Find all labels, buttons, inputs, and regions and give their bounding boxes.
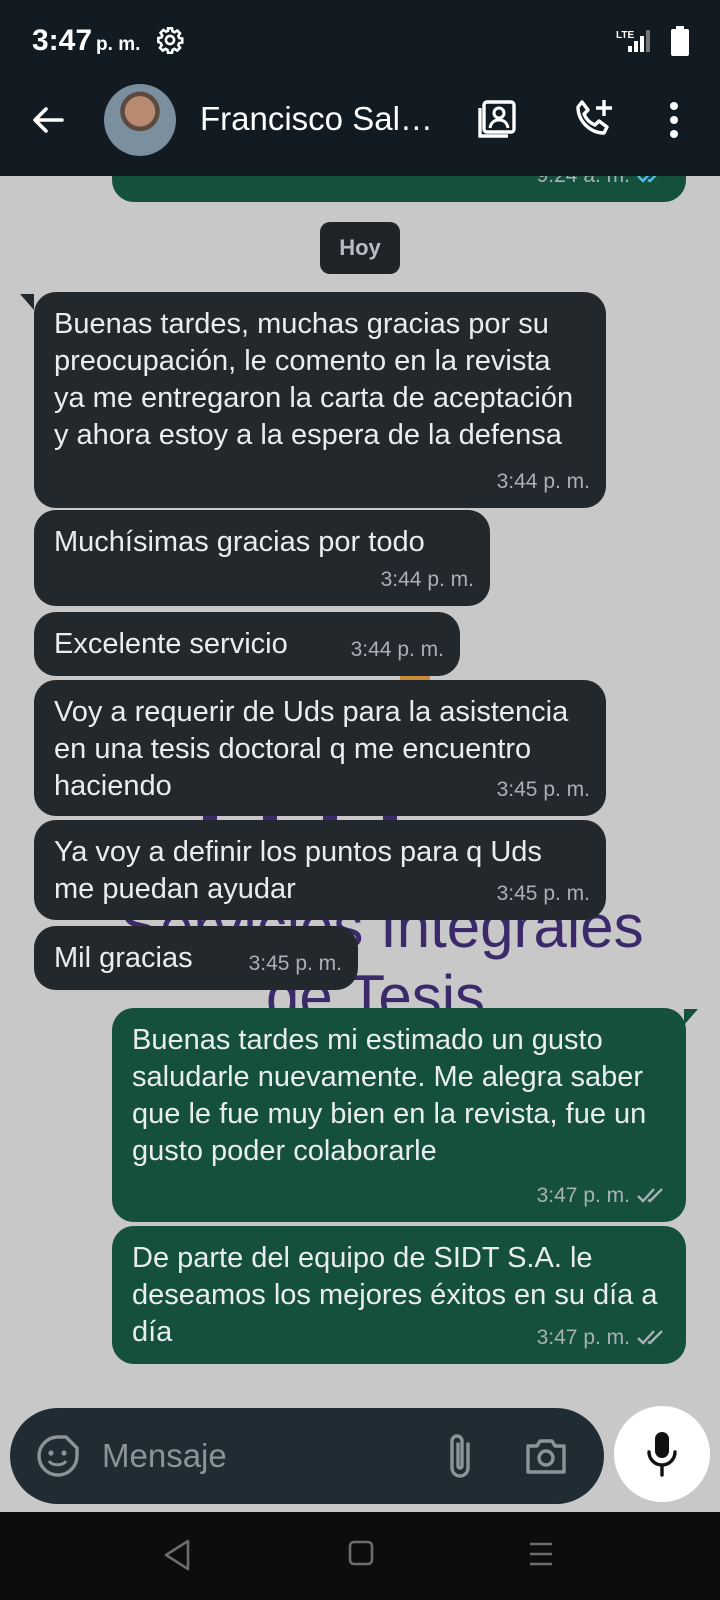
message-time: 3:47 p. m. xyxy=(537,1319,670,1356)
message-time: 3:47 p. m. xyxy=(537,1177,670,1214)
message-time: 3:44 p. m. xyxy=(350,638,444,661)
message-time: 3:45 p. m. xyxy=(496,882,590,905)
svg-text:LTE: LTE xyxy=(616,30,634,41)
message-bubble-incoming[interactable]: Buenas tardes, muchas gracias por su pre… xyxy=(34,292,606,508)
message-bubble-previous[interactable]: 9:24 a. m. xyxy=(112,176,686,202)
message-bubble-incoming[interactable]: Mil gracias 3:45 p. m. xyxy=(34,926,358,990)
nav-home-icon[interactable] xyxy=(348,1540,374,1566)
message-time: 3:45 p. m. xyxy=(496,778,590,801)
message-time: 3:45 p. m. xyxy=(248,952,342,975)
message-time: 3:44 p. m. xyxy=(380,568,474,591)
message-bubble-incoming[interactable]: Excelente servicio 3:44 p. m. xyxy=(34,612,460,676)
nav-recents-icon[interactable] xyxy=(528,1540,554,1568)
status-time: 3:47 p. m. xyxy=(32,24,141,57)
message-time: 3:44 p. m. xyxy=(496,470,590,493)
message-bubble-outgoing[interactable]: Buenas tardes mi estimado un gusto salud… xyxy=(112,1008,686,1222)
message-text: Muchísimas gracias por todo xyxy=(54,526,425,558)
message-composer xyxy=(10,1408,604,1504)
back-arrow-icon[interactable] xyxy=(28,100,68,140)
battery-icon xyxy=(671,26,689,56)
signal-icon: LTE xyxy=(616,30,650,52)
message-text: Buenas tardes, muchas gracias por su pre… xyxy=(54,308,574,451)
avatar[interactable] xyxy=(104,84,176,156)
chat-area[interactable]: Servicios Integrales de Tesis 9:24 a. m.… xyxy=(0,176,720,1406)
message-bubble-incoming[interactable]: Ya voy a definir los puntos para q Uds m… xyxy=(34,820,606,920)
camera-icon[interactable] xyxy=(524,1434,568,1478)
delivered-ticks-icon xyxy=(637,1188,663,1203)
sticker-emoji-icon[interactable] xyxy=(36,1434,80,1478)
delivered-ticks-icon xyxy=(637,1330,663,1345)
contact-name[interactable]: Francisco Salazar xyxy=(200,100,450,138)
message-bubble-incoming[interactable]: Muchísimas gracias por todo 3:44 p. m. xyxy=(34,510,490,606)
bubble-tail xyxy=(20,294,34,310)
chat-header: Francisco Salazar xyxy=(0,80,720,176)
bubble-tail xyxy=(684,1009,698,1025)
gear-icon xyxy=(157,27,184,54)
message-input[interactable] xyxy=(102,1432,402,1480)
system-nav-bar xyxy=(0,1512,720,1600)
message-bubble-outgoing[interactable]: De parte del equipo de SIDT S.A. le dese… xyxy=(112,1226,686,1364)
contact-card-icon[interactable] xyxy=(476,98,518,140)
add-call-icon[interactable] xyxy=(572,98,614,140)
message-text: Buenas tardes mi estimado un gusto salud… xyxy=(132,1024,647,1167)
voice-message-button[interactable] xyxy=(614,1406,710,1502)
nav-back-icon[interactable] xyxy=(162,1538,192,1572)
message-bubble-incoming[interactable]: Voy a requerir de Uds para la asistencia… xyxy=(34,680,606,816)
status-bar: 3:47 p. m. LTE xyxy=(0,0,720,80)
date-chip: Hoy xyxy=(320,222,400,274)
message-time: 9:24 a. m. xyxy=(537,176,670,194)
microphone-icon xyxy=(647,1432,677,1477)
attach-icon[interactable] xyxy=(442,1432,478,1480)
more-options-icon[interactable] xyxy=(662,98,686,142)
read-ticks-icon xyxy=(637,176,657,183)
